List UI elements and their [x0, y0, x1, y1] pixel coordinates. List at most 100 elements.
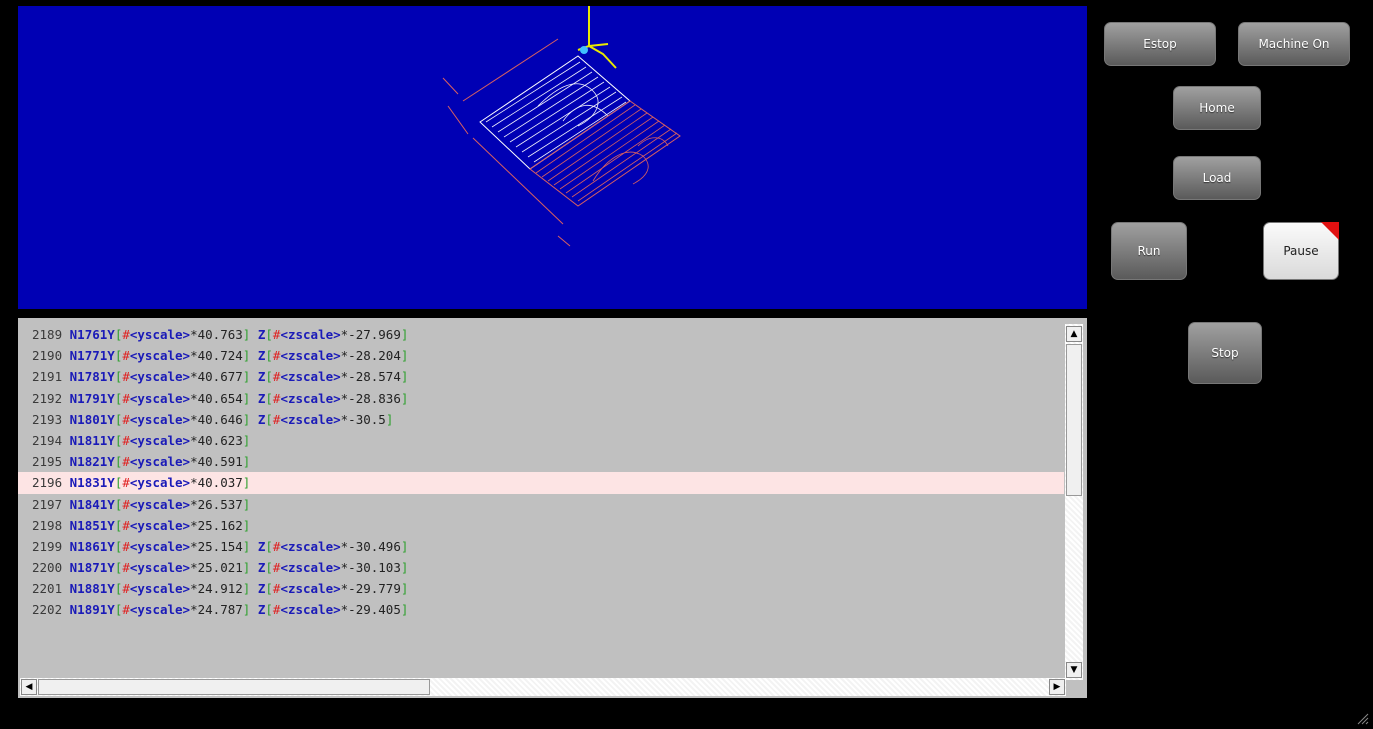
code-line[interactable]: 2190 N1771Y[#<yscale>*40.724] Z[#<zscale… [18, 345, 1064, 366]
hash-symbol: # [122, 560, 130, 576]
pause-button[interactable]: Pause [1263, 222, 1339, 280]
y-axis-letter: Y [107, 432, 115, 448]
close-bracket: ] [242, 390, 251, 406]
y-value: *40.677 [190, 369, 243, 385]
pause-button-label: Pause [1283, 244, 1319, 258]
horizontal-scrollbar[interactable]: ◀ ▶ [20, 678, 1066, 696]
code-line[interactable]: 2197 N1841Y[#<yscale>*26.537] [18, 494, 1064, 515]
line-number: 2196 [32, 475, 63, 491]
hash-symbol: # [122, 348, 130, 364]
block-number: N1861 [69, 538, 108, 554]
y-axis-letter: Y [107, 327, 115, 342]
code-line[interactable]: 2193 N1801Y[#<yscale>*40.646] Z[#<zscale… [18, 409, 1064, 430]
scroll-left-icon[interactable]: ◀ [21, 679, 37, 695]
hash-symbol: # [122, 327, 130, 342]
code-line[interactable]: 2202 N1891Y[#<yscale>*24.787] Z[#<zscale… [18, 599, 1064, 620]
open-bracket: [ [265, 348, 273, 364]
vertical-scrollbar[interactable]: ▲ ▼ [1065, 324, 1083, 680]
zscale-param: <zscale> [280, 390, 341, 406]
line-number: 2194 [32, 432, 63, 448]
scroll-right-icon[interactable]: ▶ [1049, 679, 1065, 695]
hash-symbol: # [122, 411, 130, 427]
resize-grip-icon[interactable] [1357, 713, 1369, 725]
zscale-param: <zscale> [280, 560, 341, 576]
red-corner-indicator-icon [1321, 222, 1339, 240]
block-number: N1791 [69, 390, 108, 406]
yscale-param: <yscale> [129, 432, 191, 448]
open-bracket: [ [265, 390, 273, 406]
close-bracket: ] [242, 517, 251, 533]
line-number: 2199 [32, 538, 63, 554]
y-axis-letter: Y [107, 581, 115, 597]
estop-button[interactable]: Estop [1104, 22, 1216, 66]
home-button[interactable]: Home [1173, 86, 1261, 130]
line-number: 2197 [32, 496, 63, 512]
y-value: *40.724 [190, 348, 243, 364]
scroll-up-icon[interactable]: ▲ [1066, 326, 1082, 342]
zscale-param: <zscale> [280, 348, 341, 364]
block-number: N1801 [69, 411, 108, 427]
hash-symbol: # [122, 432, 130, 448]
block-number: N1811 [69, 432, 108, 448]
y-value: *26.537 [190, 496, 243, 512]
code-line[interactable]: 2195 N1821Y[#<yscale>*40.591] [18, 451, 1064, 472]
line-number: 2190 [32, 348, 63, 364]
block-number: N1851 [69, 517, 108, 533]
current-code-line[interactable]: 2196 N1831Y[#<yscale>*40.037] [18, 472, 1064, 494]
z-value: *-30.496 [340, 538, 401, 554]
close-bracket: ] [242, 454, 251, 470]
yscale-param: <yscale> [129, 517, 191, 533]
code-line[interactable]: 2192 N1791Y[#<yscale>*40.654] Z[#<zscale… [18, 388, 1064, 409]
close-bracket: ] [400, 581, 409, 597]
block-number: N1781 [69, 369, 108, 385]
code-line[interactable]: 2194 N1811Y[#<yscale>*40.623] [18, 430, 1064, 451]
vertical-scroll-thumb[interactable] [1066, 344, 1082, 496]
block-number: N1891 [69, 602, 108, 618]
close-bracket: ] [242, 560, 251, 576]
y-axis-letter: Y [107, 560, 115, 576]
close-bracket: ] [400, 369, 409, 385]
yscale-param: <yscale> [129, 496, 191, 512]
y-value: *40.623 [190, 432, 243, 448]
close-bracket: ] [242, 581, 251, 597]
tool-tip-marker [580, 46, 588, 54]
machine-on-button[interactable]: Machine On [1238, 22, 1350, 66]
horizontal-scroll-thumb[interactable] [38, 679, 430, 695]
y-value: *40.763 [190, 327, 243, 342]
toolpath-preview[interactable] [18, 6, 1087, 309]
line-number: 2201 [32, 581, 63, 597]
hash-symbol: # [122, 496, 130, 512]
yscale-param: <yscale> [129, 475, 191, 491]
stop-button[interactable]: Stop [1188, 322, 1262, 384]
yscale-param: <yscale> [129, 454, 191, 470]
code-line[interactable]: 2191 N1781Y[#<yscale>*40.677] Z[#<zscale… [18, 366, 1064, 387]
zscale-param: <zscale> [280, 411, 341, 427]
y-value: *25.021 [190, 560, 243, 576]
code-line[interactable]: 2200 N1871Y[#<yscale>*25.021] Z[#<zscale… [18, 557, 1064, 578]
scroll-down-icon[interactable]: ▼ [1066, 662, 1082, 678]
z-value: *-27.969 [340, 327, 401, 342]
close-bracket: ] [242, 369, 251, 385]
yscale-param: <yscale> [129, 538, 191, 554]
code-line[interactable]: 2198 N1851Y[#<yscale>*25.162] [18, 515, 1064, 536]
open-bracket: [ [265, 369, 273, 385]
gcode-listing[interactable]: 2189 N1761Y[#<yscale>*40.763] Z[#<zscale… [18, 318, 1087, 698]
y-value: *40.654 [190, 390, 243, 406]
y-value: *40.646 [190, 411, 243, 427]
open-bracket: [ [265, 327, 273, 342]
run-button[interactable]: Run [1111, 222, 1187, 280]
code-line[interactable]: 2201 N1881Y[#<yscale>*24.912] Z[#<zscale… [18, 578, 1064, 599]
toolpath-graphic [442, 6, 681, 247]
y-value: *40.037 [190, 475, 243, 491]
zscale-param: <zscale> [280, 369, 341, 385]
line-number: 2198 [32, 517, 63, 533]
hash-symbol: # [122, 538, 130, 554]
close-bracket: ] [400, 560, 409, 576]
code-line[interactable]: 2199 N1861Y[#<yscale>*25.154] Z[#<zscale… [18, 536, 1064, 557]
hash-symbol: # [122, 390, 130, 406]
yscale-param: <yscale> [129, 390, 191, 406]
load-button[interactable]: Load [1173, 156, 1261, 200]
close-bracket: ] [400, 327, 409, 342]
hash-symbol: # [122, 475, 130, 491]
code-line[interactable]: 2189 N1761Y[#<yscale>*40.763] Z[#<zscale… [18, 324, 1064, 345]
